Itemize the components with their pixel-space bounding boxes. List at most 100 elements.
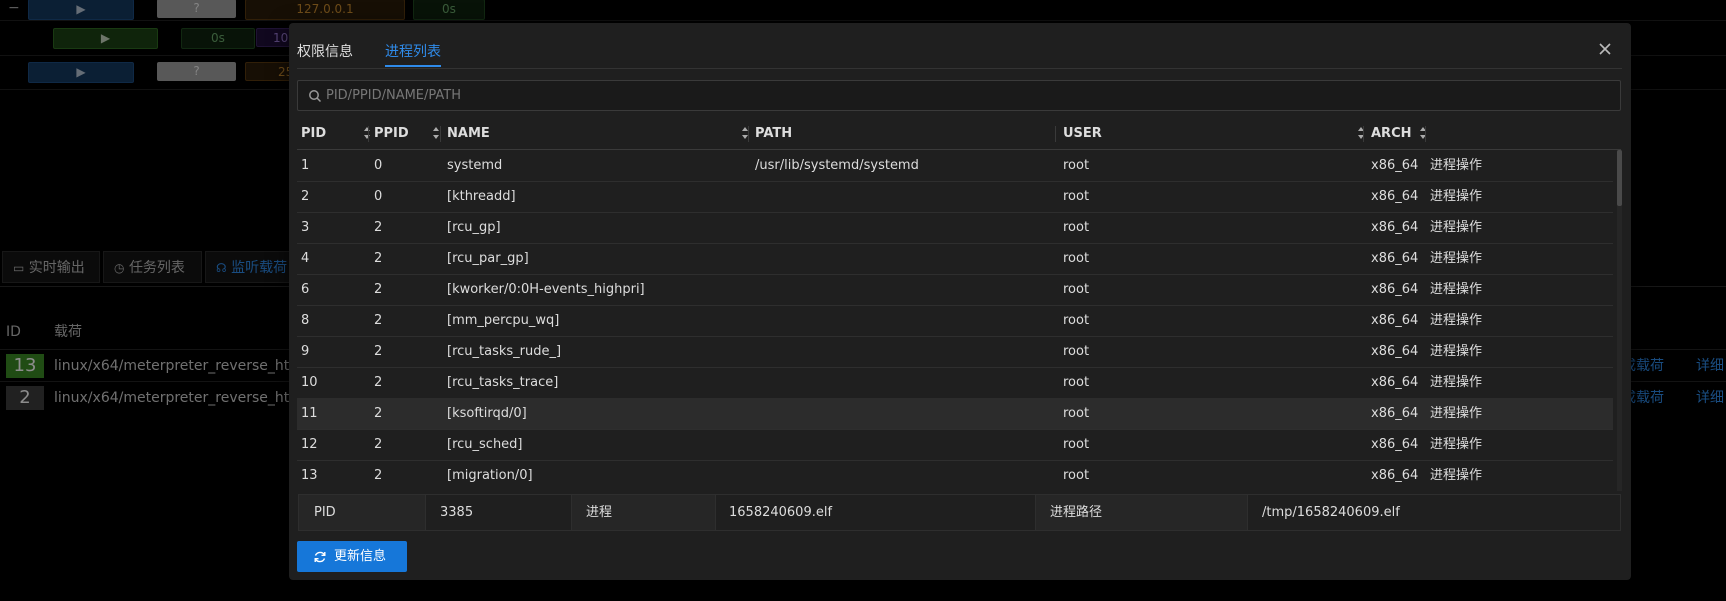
ppid-cell: 2 <box>374 220 383 235</box>
process-action-link[interactable]: 进程操作 <box>1430 212 1482 243</box>
tab-permission-info[interactable]: 权限信息 <box>297 41 353 61</box>
process-action-link[interactable]: 进程操作 <box>1430 305 1482 336</box>
ppid-cell: 2 <box>374 313 383 328</box>
table-row[interactable]: 9 2 [rcu_tasks_rude_] root x86_64 进程操作 <box>297 336 1613 368</box>
ppid-cell: 0 <box>374 189 383 204</box>
info-label-path: 进程路径 <box>1035 495 1247 530</box>
ppid-cell: 0 <box>374 158 383 173</box>
table-row[interactable]: 10 2 [rcu_tasks_trace] root x86_64 进程操作 <box>297 367 1613 399</box>
process-action-link[interactable]: 进程操作 <box>1430 150 1482 181</box>
table-row[interactable]: 6 2 [kworker/0:0H-events_highpri] root x… <box>297 274 1613 306</box>
refresh-info-button[interactable]: 更新信息 <box>297 541 407 572</box>
refresh-icon <box>314 551 326 563</box>
process-action-link[interactable]: 进程操作 <box>1430 460 1482 491</box>
table-row[interactable]: 3 2 [rcu_gp] root x86_64 进程操作 <box>297 212 1613 244</box>
user-cell: root <box>1063 220 1090 235</box>
column-divider <box>1363 126 1364 142</box>
ppid-cell: 2 <box>374 375 383 390</box>
pid-cell: 13 <box>301 468 318 483</box>
table-row[interactable]: 12 2 [rcu_sched] root x86_64 进程操作 <box>297 429 1613 461</box>
arch-cell: x86_64 <box>1371 313 1419 328</box>
info-label-pid: PID <box>299 495 425 530</box>
column-header-arch[interactable]: ARCH <box>1371 118 1431 149</box>
name-cell: [migration/0] <box>447 468 533 483</box>
column-header-user[interactable]: USER <box>1063 118 1368 149</box>
user-cell: root <box>1063 313 1090 328</box>
table-header: PID PPID NAME PATH USER ARCH <box>297 118 1621 150</box>
pid-cell: 3 <box>301 220 310 235</box>
process-action-link[interactable]: 进程操作 <box>1430 429 1482 460</box>
search-input[interactable] <box>326 81 1606 110</box>
table-row[interactable]: 1 0 systemd /usr/lib/systemd/systemd roo… <box>297 150 1613 182</box>
table-row[interactable]: 8 2 [mm_percpu_wq] root x86_64 进程操作 <box>297 305 1613 337</box>
ppid-cell: 2 <box>374 251 383 266</box>
column-divider <box>440 126 441 142</box>
process-action-link[interactable]: 进程操作 <box>1430 181 1482 212</box>
user-cell: root <box>1063 468 1090 483</box>
ppid-cell: 2 <box>374 468 383 483</box>
name-cell: [kthreadd] <box>447 189 516 204</box>
label-text: 进程路径 <box>1050 505 1103 520</box>
info-divider <box>1035 495 1036 530</box>
pid-cell: 6 <box>301 282 310 297</box>
pid-cell: 9 <box>301 344 310 359</box>
process-info-bar: PID 3385 进程 1658240609.elf 进程路径 /tmp/165… <box>298 494 1621 531</box>
table-row[interactable]: 4 2 [rcu_par_gp] root x86_64 进程操作 <box>297 243 1613 275</box>
user-cell: root <box>1063 251 1090 266</box>
name-cell: [ksoftirqd/0] <box>447 406 527 421</box>
scrollbar-thumb[interactable] <box>1617 150 1622 206</box>
tab-process-list[interactable]: 进程列表 <box>385 41 441 67</box>
column-divider <box>1055 126 1056 142</box>
search-field[interactable] <box>297 80 1621 111</box>
modal-tabs: 权限信息 进程列表 <box>297 23 1622 69</box>
name-cell: systemd <box>447 158 503 173</box>
table-row[interactable]: 2 0 [kthreadd] root x86_64 进程操作 <box>297 181 1613 213</box>
header-label: USER <box>1063 126 1102 141</box>
ppid-cell: 2 <box>374 282 383 297</box>
header-label: ARCH <box>1371 126 1412 141</box>
tab-label: 进程列表 <box>385 44 441 60</box>
pid-cell: 1 <box>301 158 310 173</box>
header-label: NAME <box>447 126 490 141</box>
close-icon[interactable] <box>1595 39 1615 59</box>
info-divider <box>1247 495 1248 530</box>
process-action-link[interactable]: 进程操作 <box>1430 274 1482 305</box>
info-divider <box>425 495 426 530</box>
user-cell: root <box>1063 375 1090 390</box>
table-scrollbar[interactable] <box>1617 150 1622 491</box>
pid-cell: 2 <box>301 189 310 204</box>
process-action-link[interactable]: 进程操作 <box>1430 398 1482 429</box>
header-label: PID <box>301 126 327 141</box>
user-cell: root <box>1063 437 1090 452</box>
arch-cell: x86_64 <box>1371 158 1419 173</box>
name-cell: [rcu_sched] <box>447 437 523 452</box>
column-header-pid[interactable]: PID <box>301 118 371 149</box>
pid-cell: 10 <box>301 375 318 390</box>
ppid-cell: 2 <box>374 344 383 359</box>
path-cell: /usr/lib/systemd/systemd <box>755 158 919 173</box>
process-action-link[interactable]: 进程操作 <box>1430 336 1482 367</box>
arch-cell: x86_64 <box>1371 468 1419 483</box>
active-tab-indicator <box>385 65 441 67</box>
process-action-link[interactable]: 进程操作 <box>1430 367 1482 398</box>
process-modal: 权限信息 进程列表 PID PPID NAME PATH <box>289 23 1631 580</box>
column-header-name[interactable]: NAME <box>447 118 752 149</box>
name-cell: [rcu_tasks_rude_] <box>447 344 562 359</box>
arch-cell: x86_64 <box>1371 282 1419 297</box>
column-divider <box>748 126 749 142</box>
arch-cell: x86_64 <box>1371 189 1419 204</box>
process-action-link[interactable]: 进程操作 <box>1430 243 1482 274</box>
info-value-pid: 3385 <box>440 505 474 520</box>
search-icon <box>308 89 322 107</box>
table-row[interactable]: 13 2 [migration/0] root x86_64 进程操作 <box>297 460 1613 491</box>
user-cell: root <box>1063 282 1090 297</box>
table-row[interactable]: 11 2 [ksoftirqd/0] root x86_64 进程操作 <box>297 398 1613 430</box>
arch-cell: x86_64 <box>1371 344 1419 359</box>
info-value-path: /tmp/1658240609.elf <box>1262 505 1400 520</box>
arch-cell: x86_64 <box>1371 220 1419 235</box>
column-header-ppid[interactable]: PPID <box>374 118 444 149</box>
button-label: 更新信息 <box>334 549 387 564</box>
user-cell: root <box>1063 406 1090 421</box>
arch-cell: x86_64 <box>1371 375 1419 390</box>
ppid-cell: 2 <box>374 437 383 452</box>
